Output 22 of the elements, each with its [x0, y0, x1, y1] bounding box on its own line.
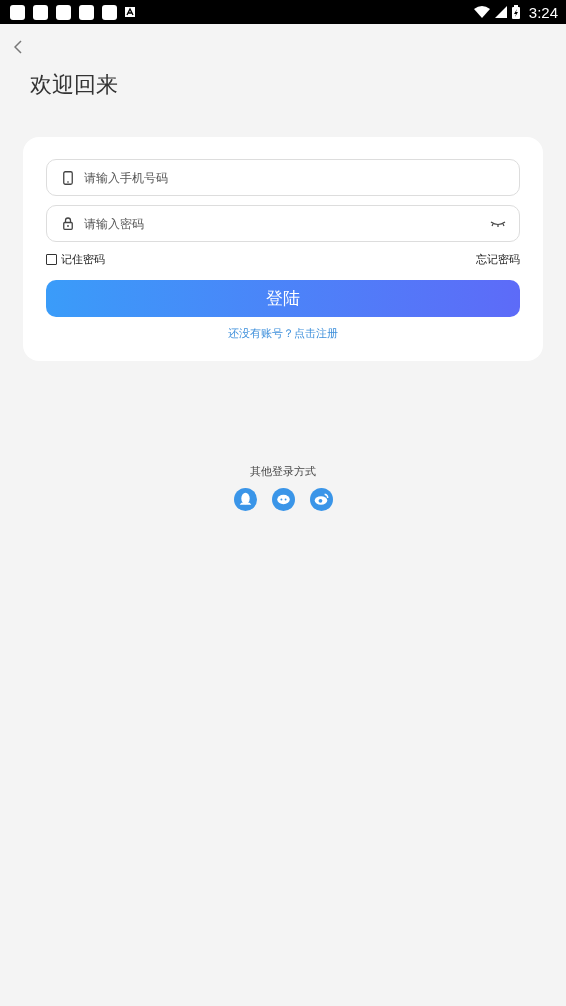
login-button[interactable]: 登陆: [46, 280, 520, 317]
wifi-icon: [473, 6, 490, 18]
forgot-password-link[interactable]: 忘记密码: [476, 252, 520, 267]
notification-icon: [56, 4, 71, 20]
notification-icon: [33, 4, 48, 20]
eye-icon[interactable]: [309, 488, 333, 511]
register-link[interactable]: 还没有账号？点击注册: [228, 326, 338, 341]
input-field[interactable]: 请输入手机号码: [46, 159, 520, 196]
chat-bubble-icon[interactable]: [271, 488, 295, 511]
input-field[interactable]: 请输入密码: [46, 205, 520, 242]
signal-icon: [494, 6, 507, 18]
notification-icon: [102, 4, 117, 20]
closed-eye-icon[interactable]: [490, 220, 506, 228]
notification-icon: [125, 7, 135, 17]
remember-checkbox[interactable]: 记住密码: [46, 252, 105, 267]
battery-icon: [511, 5, 520, 19]
notification-icon: [10, 4, 25, 20]
clock: 3:24: [528, 3, 558, 21]
other-login-label: 其他登录方式: [250, 464, 316, 479]
notification-icon: [79, 4, 94, 20]
page-title: 欢迎回来: [30, 71, 119, 99]
back-icon[interactable]: [14, 40, 22, 54]
